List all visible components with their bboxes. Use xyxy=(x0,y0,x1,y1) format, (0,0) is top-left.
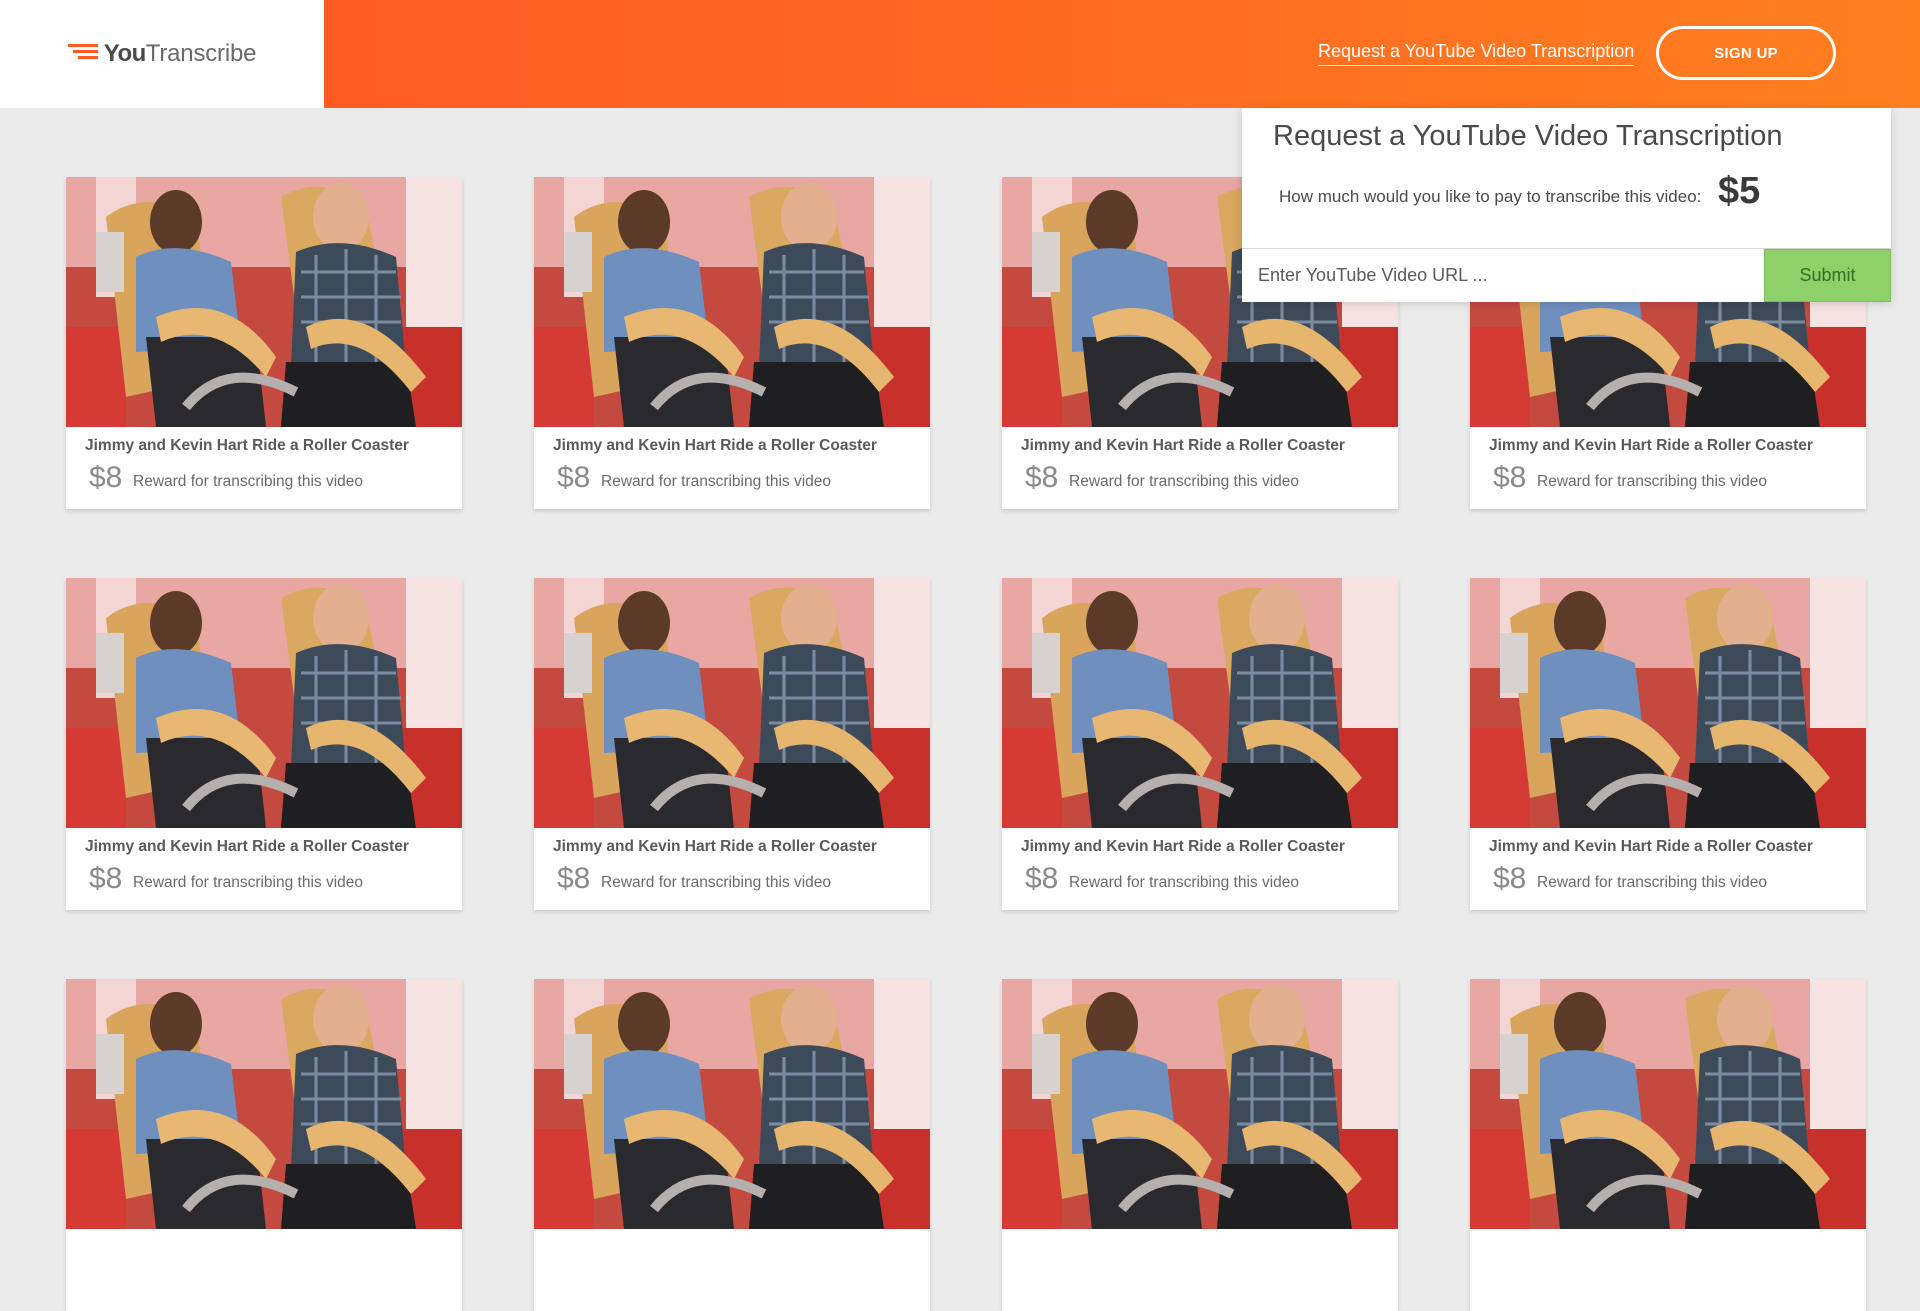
reward-label: Reward for transcribing this video xyxy=(1069,473,1300,490)
thumbnail-image xyxy=(1002,979,1398,1229)
logo[interactable]: You Transcribe xyxy=(0,0,324,108)
reward-amount: $8 xyxy=(1493,461,1527,494)
logo-text-you: You xyxy=(103,40,147,67)
video-thumbnail[interactable] xyxy=(1470,979,1866,1229)
reward-label: Reward for transcribing this video xyxy=(1537,874,1768,891)
video-thumbnail[interactable] xyxy=(534,177,930,427)
video-title: Jimmy and Kevin Hart Ride a Roller Coast… xyxy=(85,838,409,855)
submit-button[interactable]: Submit xyxy=(1764,249,1891,302)
request-transcription-link[interactable]: Request a YouTube Video Transcription xyxy=(1318,41,1635,66)
panel-title: Request a YouTube Video Transcription xyxy=(1273,120,1783,152)
thumbnail-image xyxy=(66,578,462,828)
reward-label: Reward for transcribing this video xyxy=(601,473,832,490)
video-card[interactable] xyxy=(1470,979,1866,1311)
thumbnail-image xyxy=(534,177,930,427)
video-thumbnail[interactable] xyxy=(1002,979,1398,1229)
top-header: You Transcribe Request a YouTube Video Tr… xyxy=(0,0,1920,108)
video-card[interactable]: Jimmy and Kevin Hart Ride a Roller Coast… xyxy=(1002,578,1398,910)
video-thumbnail[interactable] xyxy=(534,979,930,1229)
video-title: Jimmy and Kevin Hart Ride a Roller Coast… xyxy=(1021,838,1345,855)
video-card[interactable]: Jimmy and Kevin Hart Ride a Roller Coast… xyxy=(534,578,930,910)
thumbnail-image xyxy=(1002,578,1398,828)
video-card[interactable]: Jimmy and Kevin Hart Ride a Roller Coast… xyxy=(534,177,930,509)
reward-amount: $8 xyxy=(89,461,123,494)
thumbnail-image xyxy=(534,578,930,828)
thumbnail-image xyxy=(1470,578,1866,828)
youtube-url-input[interactable] xyxy=(1242,249,1764,302)
logo-text-transcribe: Transcribe xyxy=(145,40,257,67)
video-thumbnail[interactable] xyxy=(66,177,462,427)
video-thumbnail[interactable] xyxy=(534,578,930,828)
sign-up-button[interactable]: SIGN UP xyxy=(1656,26,1836,80)
reward-label: Reward for transcribing this video xyxy=(133,473,364,490)
video-title: Jimmy and Kevin Hart Ride a Roller Coast… xyxy=(1489,437,1813,454)
video-card[interactable] xyxy=(534,979,930,1311)
payment-amount[interactable]: $5 xyxy=(1718,170,1760,213)
video-title: Jimmy and Kevin Hart Ride a Roller Coast… xyxy=(85,437,409,454)
payment-question: How much would you like to pay to transc… xyxy=(1279,187,1702,206)
video-thumbnail[interactable] xyxy=(66,979,462,1229)
video-title: Jimmy and Kevin Hart Ride a Roller Coast… xyxy=(1489,838,1813,855)
video-card[interactable]: Jimmy and Kevin Hart Ride a Roller Coast… xyxy=(1470,578,1866,910)
thumbnail-image xyxy=(534,979,930,1229)
reward-amount: $8 xyxy=(557,461,591,494)
video-title: Jimmy and Kevin Hart Ride a Roller Coast… xyxy=(553,838,877,855)
reward-label: Reward for transcribing this video xyxy=(1537,473,1768,490)
url-input-row: Submit xyxy=(1242,248,1891,302)
reward-amount: $8 xyxy=(89,862,123,895)
video-grid: Jimmy and Kevin Hart Ride a Roller Coast… xyxy=(66,177,1866,1311)
reward-amount: $8 xyxy=(1025,461,1059,494)
video-title: Jimmy and Kevin Hart Ride a Roller Coast… xyxy=(553,437,877,454)
video-thumbnail[interactable] xyxy=(1470,578,1866,828)
reward-label: Reward for transcribing this video xyxy=(133,874,364,891)
reward-label: Reward for transcribing this video xyxy=(1069,874,1300,891)
video-thumbnail[interactable] xyxy=(66,578,462,828)
thumbnail-image xyxy=(1470,979,1866,1229)
reward-amount: $8 xyxy=(1025,862,1059,895)
video-title: Jimmy and Kevin Hart Ride a Roller Coast… xyxy=(1021,437,1345,454)
reward-label: Reward for transcribing this video xyxy=(601,874,832,891)
request-transcription-panel: Request a YouTube Video Transcription Ho… xyxy=(1242,108,1891,302)
thumbnail-image xyxy=(66,177,462,427)
reward-amount: $8 xyxy=(1493,862,1527,895)
video-card[interactable]: Jimmy and Kevin Hart Ride a Roller Coast… xyxy=(66,177,462,509)
thumbnail-image xyxy=(66,979,462,1229)
video-card[interactable] xyxy=(1002,979,1398,1311)
video-card[interactable] xyxy=(66,979,462,1311)
reward-amount: $8 xyxy=(557,862,591,895)
logo-icon xyxy=(67,44,98,59)
video-card[interactable]: Jimmy and Kevin Hart Ride a Roller Coast… xyxy=(66,578,462,910)
video-thumbnail[interactable] xyxy=(1002,578,1398,828)
